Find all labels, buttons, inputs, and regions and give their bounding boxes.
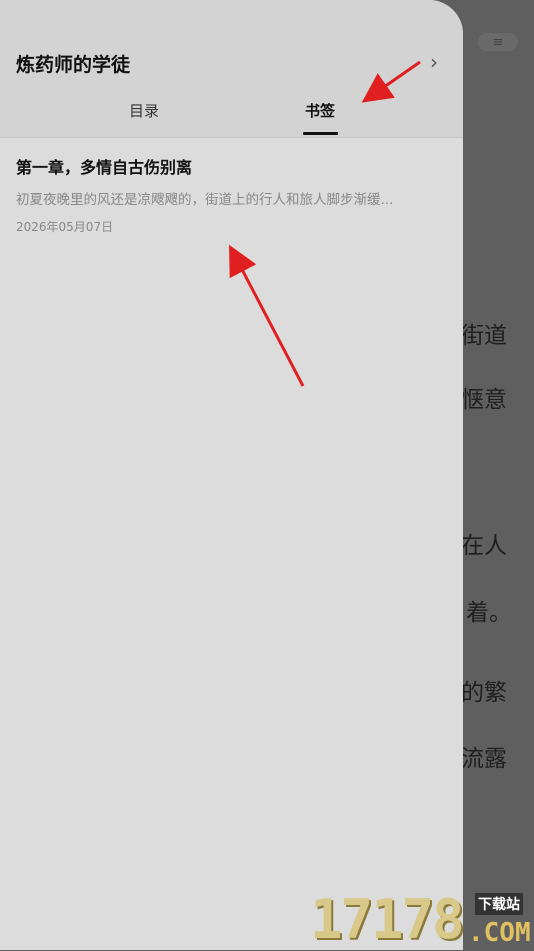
reader-text-line: 街道 — [461, 323, 507, 349]
watermark-site-label: 下载站 — [475, 893, 523, 915]
chapter-drawer: 炼药师的学徒 › 目录 书签 第一章，多情自古伤别离 初夏夜晚里的风还是凉飕飕的… — [0, 0, 463, 950]
watermark-number: 17178 — [310, 888, 465, 951]
tab-bookmarks[interactable]: 书签 — [305, 100, 335, 121]
bookmark-date: 2026年05月07日 — [16, 220, 114, 234]
menu-icon[interactable]: ≡ — [478, 33, 518, 51]
drawer-header: 炼药师的学徒 › 目录 书签 — [0, 0, 463, 138]
book-title[interactable]: 炼药师的学徒 — [16, 50, 130, 77]
bookmark-excerpt: 初夏夜晚里的风还是凉飕飕的，街道上的行人和旅人脚步渐缓... — [16, 192, 394, 208]
bookmark-list-item[interactable]: 第一章，多情自古伤别离 初夏夜晚里的风还是凉飕飕的，街道上的行人和旅人脚步渐缓.… — [0, 139, 463, 249]
chevron-right-icon[interactable]: › — [430, 50, 446, 74]
active-tab-indicator — [303, 132, 338, 135]
reader-text-line: 流露 — [461, 746, 507, 772]
reader-text-line: 惬意 — [461, 387, 507, 413]
site-watermark: 17178 下载站 .COM — [310, 888, 534, 951]
reader-text-line: 在人 — [461, 533, 507, 559]
bookmark-chapter-title: 第一章，多情自古伤别离 — [16, 158, 193, 177]
watermark-com: .COM — [468, 918, 531, 948]
reader-text-line: 的繁 — [461, 680, 507, 706]
tab-table-of-contents[interactable]: 目录 — [129, 100, 159, 121]
reader-text-line: 着。 — [466, 600, 512, 626]
